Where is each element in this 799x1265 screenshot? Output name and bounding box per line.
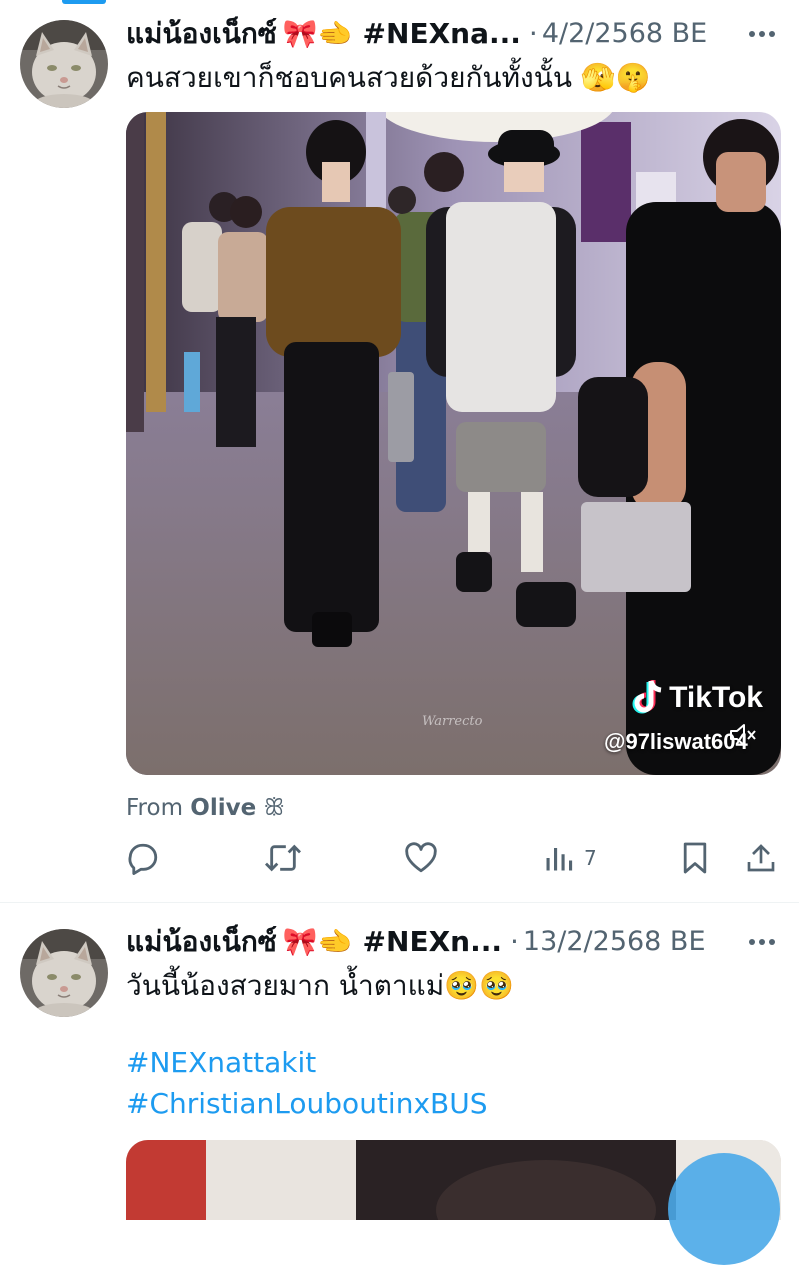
- views-count: 7: [584, 846, 597, 870]
- mute-button[interactable]: [725, 717, 761, 753]
- retweet-icon: [264, 844, 302, 872]
- author-emojis: 🎀🫲: [282, 17, 353, 50]
- hashtag-link[interactable]: #NEXnattakit: [126, 1043, 316, 1083]
- separator-dot: ·: [528, 17, 538, 50]
- video-player[interactable]: Warrecto TikTok @97liswat604: [126, 112, 781, 775]
- share-button[interactable]: [745, 838, 777, 878]
- tweet-text: วันนี้น้องสวยมาก น้ำตาแม่🥹🥹: [126, 969, 514, 1002]
- heart-icon: [405, 842, 437, 873]
- more-options-button[interactable]: [747, 920, 777, 964]
- video-watermark: Warrecto: [422, 714, 483, 729]
- author-name[interactable]: แม่น้องเน็กซ์: [126, 920, 277, 964]
- cat-avatar-icon: [20, 20, 108, 108]
- tiktok-logo: TikTok: [631, 679, 763, 717]
- cat-avatar-icon: [20, 929, 108, 1017]
- more-icon: [749, 31, 775, 37]
- tweet-actions: 7: [126, 838, 781, 878]
- author-emojis: 🎀🫲: [282, 925, 353, 958]
- author-hashtag[interactable]: #NEXna...: [363, 12, 521, 56]
- hashtag-link[interactable]: #ChristianLouboutinxBUS: [126, 1084, 487, 1124]
- author-name[interactable]: แม่น้องเน็กซ์: [126, 12, 277, 56]
- bookmark-button[interactable]: [681, 838, 709, 878]
- tweet[interactable]: แม่น้องเน็กซ์ 🎀🫲 #NEXn... · 13/2/2568 BE…: [0, 903, 799, 1265]
- tweet[interactable]: แม่น้องเน็กซ์ 🎀🫲 #NEXna... · 4/2/2568 BE…: [0, 0, 799, 902]
- reply-button[interactable]: [126, 838, 160, 878]
- share-icon: [747, 844, 775, 872]
- more-options-button[interactable]: [747, 12, 777, 56]
- source-prefix: From: [126, 795, 183, 821]
- views-button[interactable]: 7: [544, 838, 597, 878]
- tweet-date[interactable]: 4/2/2568 BE: [542, 12, 707, 56]
- tweet-header: แม่น้องเน็กซ์ 🎀🫲 #NEXna... · 4/2/2568 BE: [126, 12, 707, 56]
- compose-button[interactable]: [668, 1153, 780, 1265]
- separator-dot: ·: [510, 925, 519, 958]
- tiktok-brand: TikTok: [669, 681, 763, 714]
- reply-icon: [128, 843, 158, 875]
- avatar[interactable]: [20, 20, 108, 108]
- tweet-header: แม่น้องเน็กซ์ 🎀🫲 #NEXn... · 13/2/2568 BE: [126, 920, 706, 964]
- tweet-text: คนสวยเขาก็ชอบคนสวยด้วยกันทั้งนั้น 🫣🤫: [126, 61, 651, 94]
- video-frame: [126, 112, 781, 775]
- retweet-button[interactable]: [263, 838, 303, 878]
- like-button[interactable]: [403, 838, 439, 878]
- avatar[interactable]: [20, 929, 108, 1017]
- tweet-date[interactable]: 13/2/2568 BE: [523, 920, 706, 964]
- tiktok-icon: [632, 680, 662, 714]
- bookmark-icon: [683, 842, 707, 874]
- speaker-muted-icon: [730, 724, 756, 746]
- source-name[interactable]: Olive: [190, 795, 256, 821]
- views-icon: [546, 848, 573, 871]
- more-icon: [749, 939, 775, 945]
- source-line: From Olive ꕥ: [126, 792, 285, 824]
- source-suffix: ꕥ: [263, 795, 285, 821]
- author-hashtag[interactable]: #NEXn...: [363, 920, 502, 964]
